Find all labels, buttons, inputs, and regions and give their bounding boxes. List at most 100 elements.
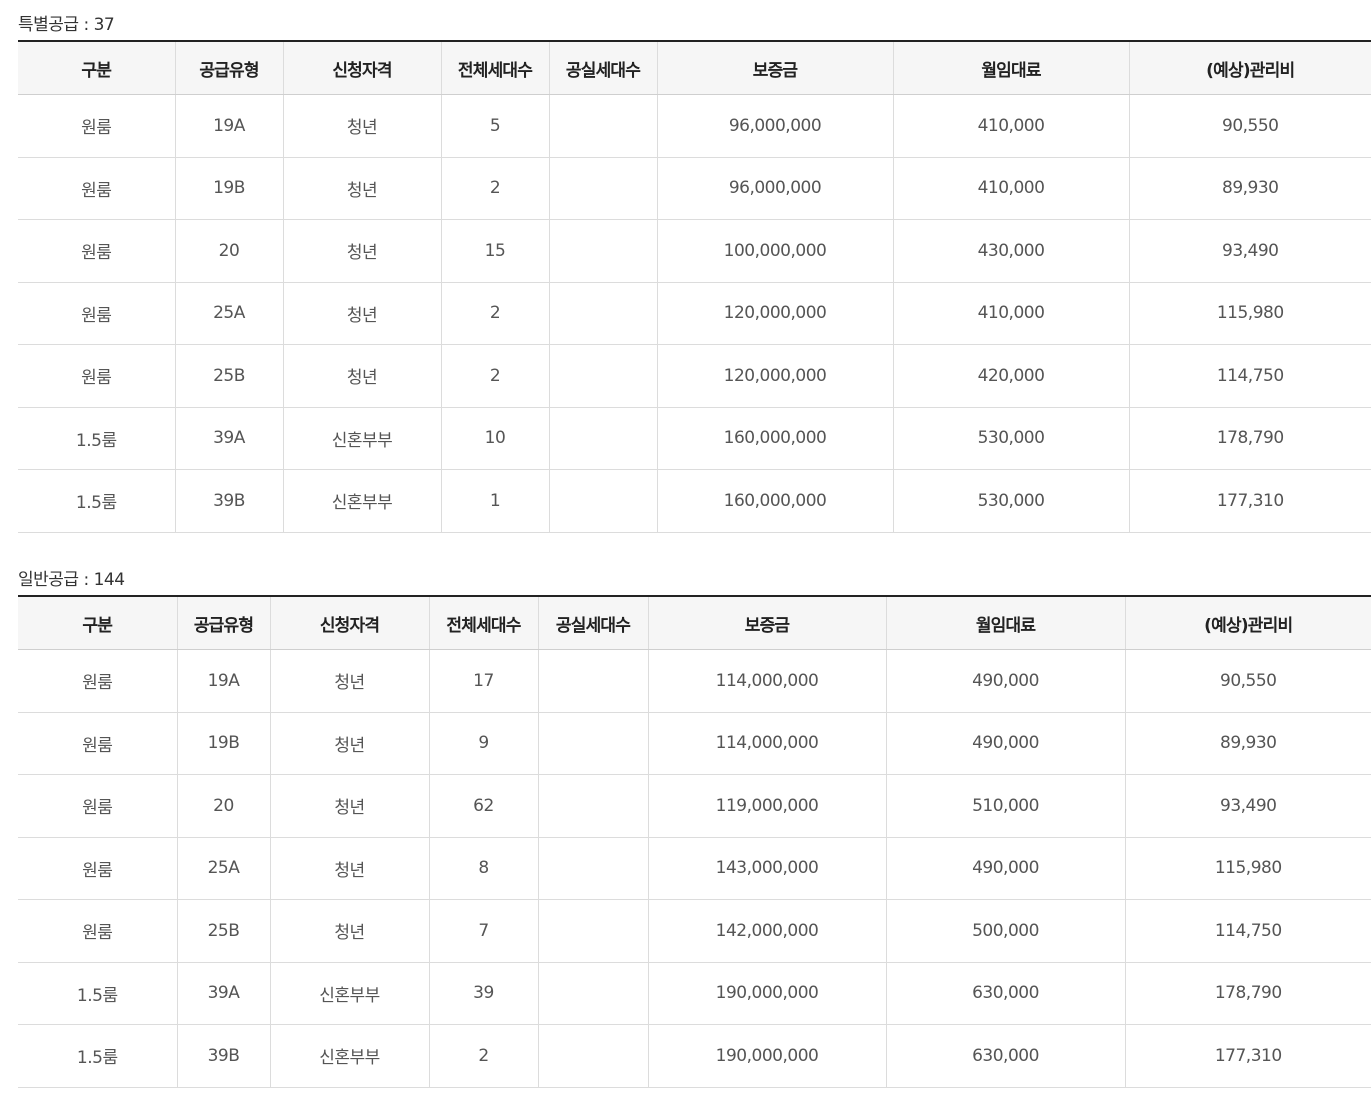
cell-category: 원룸 (18, 219, 176, 283)
cell-total-units: 15 (441, 219, 550, 283)
cell-category: 원룸 (18, 837, 178, 900)
section-title: 일반공급 : 144 (18, 570, 125, 590)
cell-maintenance-fee: 89,930 (1125, 712, 1371, 775)
cell-deposit: 143,000,000 (648, 837, 887, 900)
cell-supply-type: 25A (177, 837, 271, 900)
cell-supply-type: 20 (177, 774, 271, 838)
cell-total-units: 7 (429, 899, 539, 963)
table-row: 원룸 19A 청년 17 114,000,000 490,000 90,550 (18, 649, 1371, 713)
table-row: 원룸 19B 청년 2 96,000,000 410,000 89,930 (18, 157, 1371, 220)
table-row: 원룸 25A 청년 2 120,000,000 410,000 115,980 (18, 282, 1371, 345)
cell-eligibility: 신혼부부 (283, 407, 442, 470)
cell-monthly-rent: 410,000 (893, 94, 1130, 158)
cell-deposit: 114,000,000 (648, 712, 887, 775)
cell-deposit: 119,000,000 (648, 774, 887, 838)
cell-maintenance-fee: 177,310 (1129, 469, 1371, 533)
cell-total-units: 5 (441, 94, 550, 158)
table-row: 원룸 19A 청년 5 96,000,000 410,000 90,550 (18, 94, 1371, 158)
header-category: 구분 (18, 596, 178, 650)
table-header-row: 구분 공급유형 신청자격 전체세대수 공실세대수 보증금 월임대료 (예상)관리… (18, 596, 1371, 650)
cell-vacant-units (538, 899, 649, 963)
cell-supply-type: 19B (177, 712, 271, 775)
cell-deposit: 120,000,000 (657, 344, 894, 408)
table-row: 원룸 25A 청년 8 143,000,000 490,000 115,980 (18, 837, 1371, 900)
cell-deposit: 120,000,000 (657, 282, 894, 345)
cell-eligibility: 청년 (270, 899, 430, 963)
cell-supply-type: 39B (175, 469, 284, 533)
cell-monthly-rent: 530,000 (893, 469, 1130, 533)
cell-eligibility: 청년 (270, 712, 430, 775)
cell-eligibility: 청년 (283, 94, 442, 158)
cell-category: 원룸 (18, 649, 178, 713)
cell-maintenance-fee: 178,790 (1125, 962, 1371, 1025)
cell-category: 원룸 (18, 899, 178, 963)
cell-eligibility: 청년 (283, 344, 442, 408)
cell-vacant-units (538, 712, 649, 775)
cell-supply-type: 19B (175, 157, 284, 220)
cell-eligibility: 청년 (283, 157, 442, 220)
cell-eligibility: 청년 (270, 774, 430, 838)
header-eligibility: 신청자격 (283, 41, 442, 95)
cell-supply-type: 39B (177, 1024, 271, 1088)
cell-monthly-rent: 420,000 (893, 344, 1130, 408)
cell-total-units: 2 (441, 157, 550, 220)
cell-total-units: 2 (441, 344, 550, 408)
cell-vacant-units (538, 649, 649, 713)
cell-deposit: 96,000,000 (657, 157, 894, 220)
cell-category: 원룸 (18, 712, 178, 775)
cell-eligibility: 청년 (283, 282, 442, 345)
general-supply-table: 구분 공급유형 신청자격 전체세대수 공실세대수 보증금 월임대료 (예상)관리… (18, 595, 1371, 1088)
cell-vacant-units (549, 469, 658, 533)
cell-maintenance-fee: 114,750 (1129, 344, 1371, 408)
cell-maintenance-fee: 93,490 (1125, 774, 1371, 838)
cell-eligibility: 청년 (283, 219, 442, 283)
cell-category: 1.5룸 (18, 469, 176, 533)
table-row: 1.5룸 39B 신혼부부 1 160,000,000 530,000 177,… (18, 469, 1371, 533)
header-total-units: 전체세대수 (429, 596, 539, 650)
cell-eligibility: 청년 (270, 837, 430, 900)
cell-deposit: 160,000,000 (657, 407, 894, 470)
cell-maintenance-fee: 89,930 (1129, 157, 1371, 220)
cell-vacant-units (538, 962, 649, 1025)
cell-supply-type: 19A (177, 649, 271, 713)
cell-maintenance-fee: 90,550 (1129, 94, 1371, 158)
table-row: 원룸 19B 청년 9 114,000,000 490,000 89,930 (18, 712, 1371, 775)
header-supply-type: 공급유형 (175, 41, 284, 95)
cell-category: 원룸 (18, 344, 176, 408)
header-deposit: 보증금 (648, 596, 887, 650)
cell-monthly-rent: 510,000 (886, 774, 1126, 838)
table-header-row: 구분 공급유형 신청자격 전체세대수 공실세대수 보증금 월임대료 (예상)관리… (18, 41, 1371, 95)
cell-monthly-rent: 490,000 (886, 712, 1126, 775)
cell-vacant-units (549, 94, 658, 158)
cell-supply-type: 25A (175, 282, 284, 345)
cell-total-units: 8 (429, 837, 539, 900)
header-maintenance-fee: (예상)관리비 (1125, 596, 1371, 650)
header-maintenance-fee: (예상)관리비 (1129, 41, 1371, 95)
cell-maintenance-fee: 178,790 (1129, 407, 1371, 470)
header-category: 구분 (18, 41, 176, 95)
cell-supply-type: 20 (175, 219, 284, 283)
cell-total-units: 62 (429, 774, 539, 838)
cell-vacant-units (538, 837, 649, 900)
cell-monthly-rent: 430,000 (893, 219, 1130, 283)
cell-total-units: 2 (441, 282, 550, 345)
table-row: 원룸 20 청년 62 119,000,000 510,000 93,490 (18, 774, 1371, 838)
table-row: 원룸 25B 청년 2 120,000,000 420,000 114,750 (18, 344, 1371, 408)
cell-total-units: 17 (429, 649, 539, 713)
cell-category: 1.5룸 (18, 407, 176, 470)
cell-deposit: 190,000,000 (648, 1024, 887, 1088)
cell-total-units: 2 (429, 1024, 539, 1088)
cell-maintenance-fee: 177,310 (1125, 1024, 1371, 1088)
cell-monthly-rent: 490,000 (886, 837, 1126, 900)
table-row: 1.5룸 39B 신혼부부 2 190,000,000 630,000 177,… (18, 1024, 1371, 1088)
cell-monthly-rent: 630,000 (886, 962, 1126, 1025)
cell-supply-type: 25B (175, 344, 284, 408)
header-vacant-units: 공실세대수 (538, 596, 649, 650)
cell-category: 원룸 (18, 282, 176, 345)
section-title: 특별공급 : 37 (18, 15, 115, 35)
cell-category: 원룸 (18, 157, 176, 220)
cell-deposit: 190,000,000 (648, 962, 887, 1025)
header-monthly-rent: 월임대료 (893, 41, 1130, 95)
cell-total-units: 39 (429, 962, 539, 1025)
cell-monthly-rent: 530,000 (893, 407, 1130, 470)
